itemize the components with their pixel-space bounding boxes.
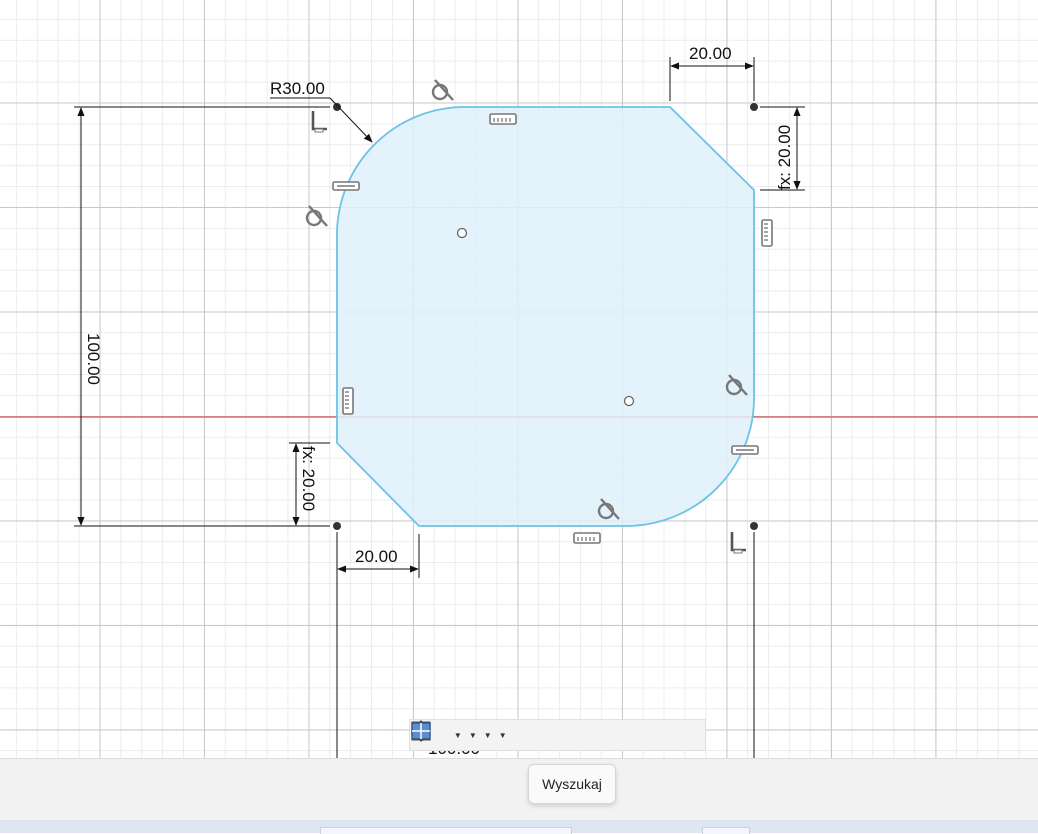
coincident-icon[interactable] <box>730 530 748 555</box>
tangent-icon[interactable] <box>305 204 329 228</box>
horizontal-icon[interactable] <box>573 532 601 544</box>
arc-center-point-bottom[interactable] <box>623 395 635 407</box>
vertical-icon[interactable] <box>761 219 773 247</box>
vertical-icon[interactable] <box>342 387 354 415</box>
viewports-icon <box>411 722 431 740</box>
coincident-icon[interactable] <box>311 109 329 134</box>
chevron-down-icon: ▼ <box>483 730 492 740</box>
sketch-profile[interactable] <box>336 106 755 527</box>
chevron-down-icon: ▼ <box>468 730 477 740</box>
tangent-icon[interactable] <box>431 78 455 102</box>
top-chamfer-dimension-label[interactable]: 20.00 <box>689 44 732 63</box>
viewports-button[interactable]: ▼ <box>411 721 511 749</box>
radius-dimension-label[interactable]: R30.00 <box>270 79 325 98</box>
search-tooltip-label: Wyszukaj <box>542 776 602 792</box>
display-settings-button[interactable]: ▼ <box>411 721 481 749</box>
corner-point-bottom-left[interactable] <box>333 522 341 530</box>
sketch-canvas[interactable]: R30.00 20.00 fx: 20.00 100.00 fx: 20.00 … <box>0 0 1038 758</box>
bottom-chamfer-dimension-label[interactable]: 20.00 <box>355 547 398 566</box>
radius-arrow <box>329 97 373 143</box>
corner-point-bottom-right[interactable] <box>750 522 758 530</box>
grid-settings-button[interactable]: ▼ <box>411 721 496 749</box>
zoom-button[interactable]: ▼ <box>411 721 466 749</box>
horizontal-icon[interactable] <box>489 113 517 125</box>
right-chamfer-dimension-label[interactable]: fx: 20.00 <box>775 125 794 190</box>
chevron-down-icon: ▼ <box>453 730 462 740</box>
arc-center-point-top[interactable] <box>456 227 468 239</box>
corner-point-top-right[interactable] <box>750 103 758 111</box>
corner-point-top-left[interactable] <box>333 103 341 111</box>
horizontal-icon[interactable] <box>332 181 360 191</box>
horizontal-icon[interactable] <box>731 445 759 455</box>
sketch-svg[interactable]: R30.00 20.00 fx: 20.00 100.00 fx: 20.00 … <box>0 0 1038 758</box>
navigation-toolbar: ▼ ▼ ▼ ▼ <box>409 719 706 751</box>
search-tooltip: Wyszukaj <box>528 764 616 804</box>
height-dimension-label[interactable]: 100.00 <box>84 333 103 385</box>
bottom-panel <box>0 758 1038 821</box>
chevron-down-icon: ▼ <box>498 730 507 740</box>
left-chamfer-dimension-label[interactable]: fx: 20.00 <box>299 446 318 511</box>
